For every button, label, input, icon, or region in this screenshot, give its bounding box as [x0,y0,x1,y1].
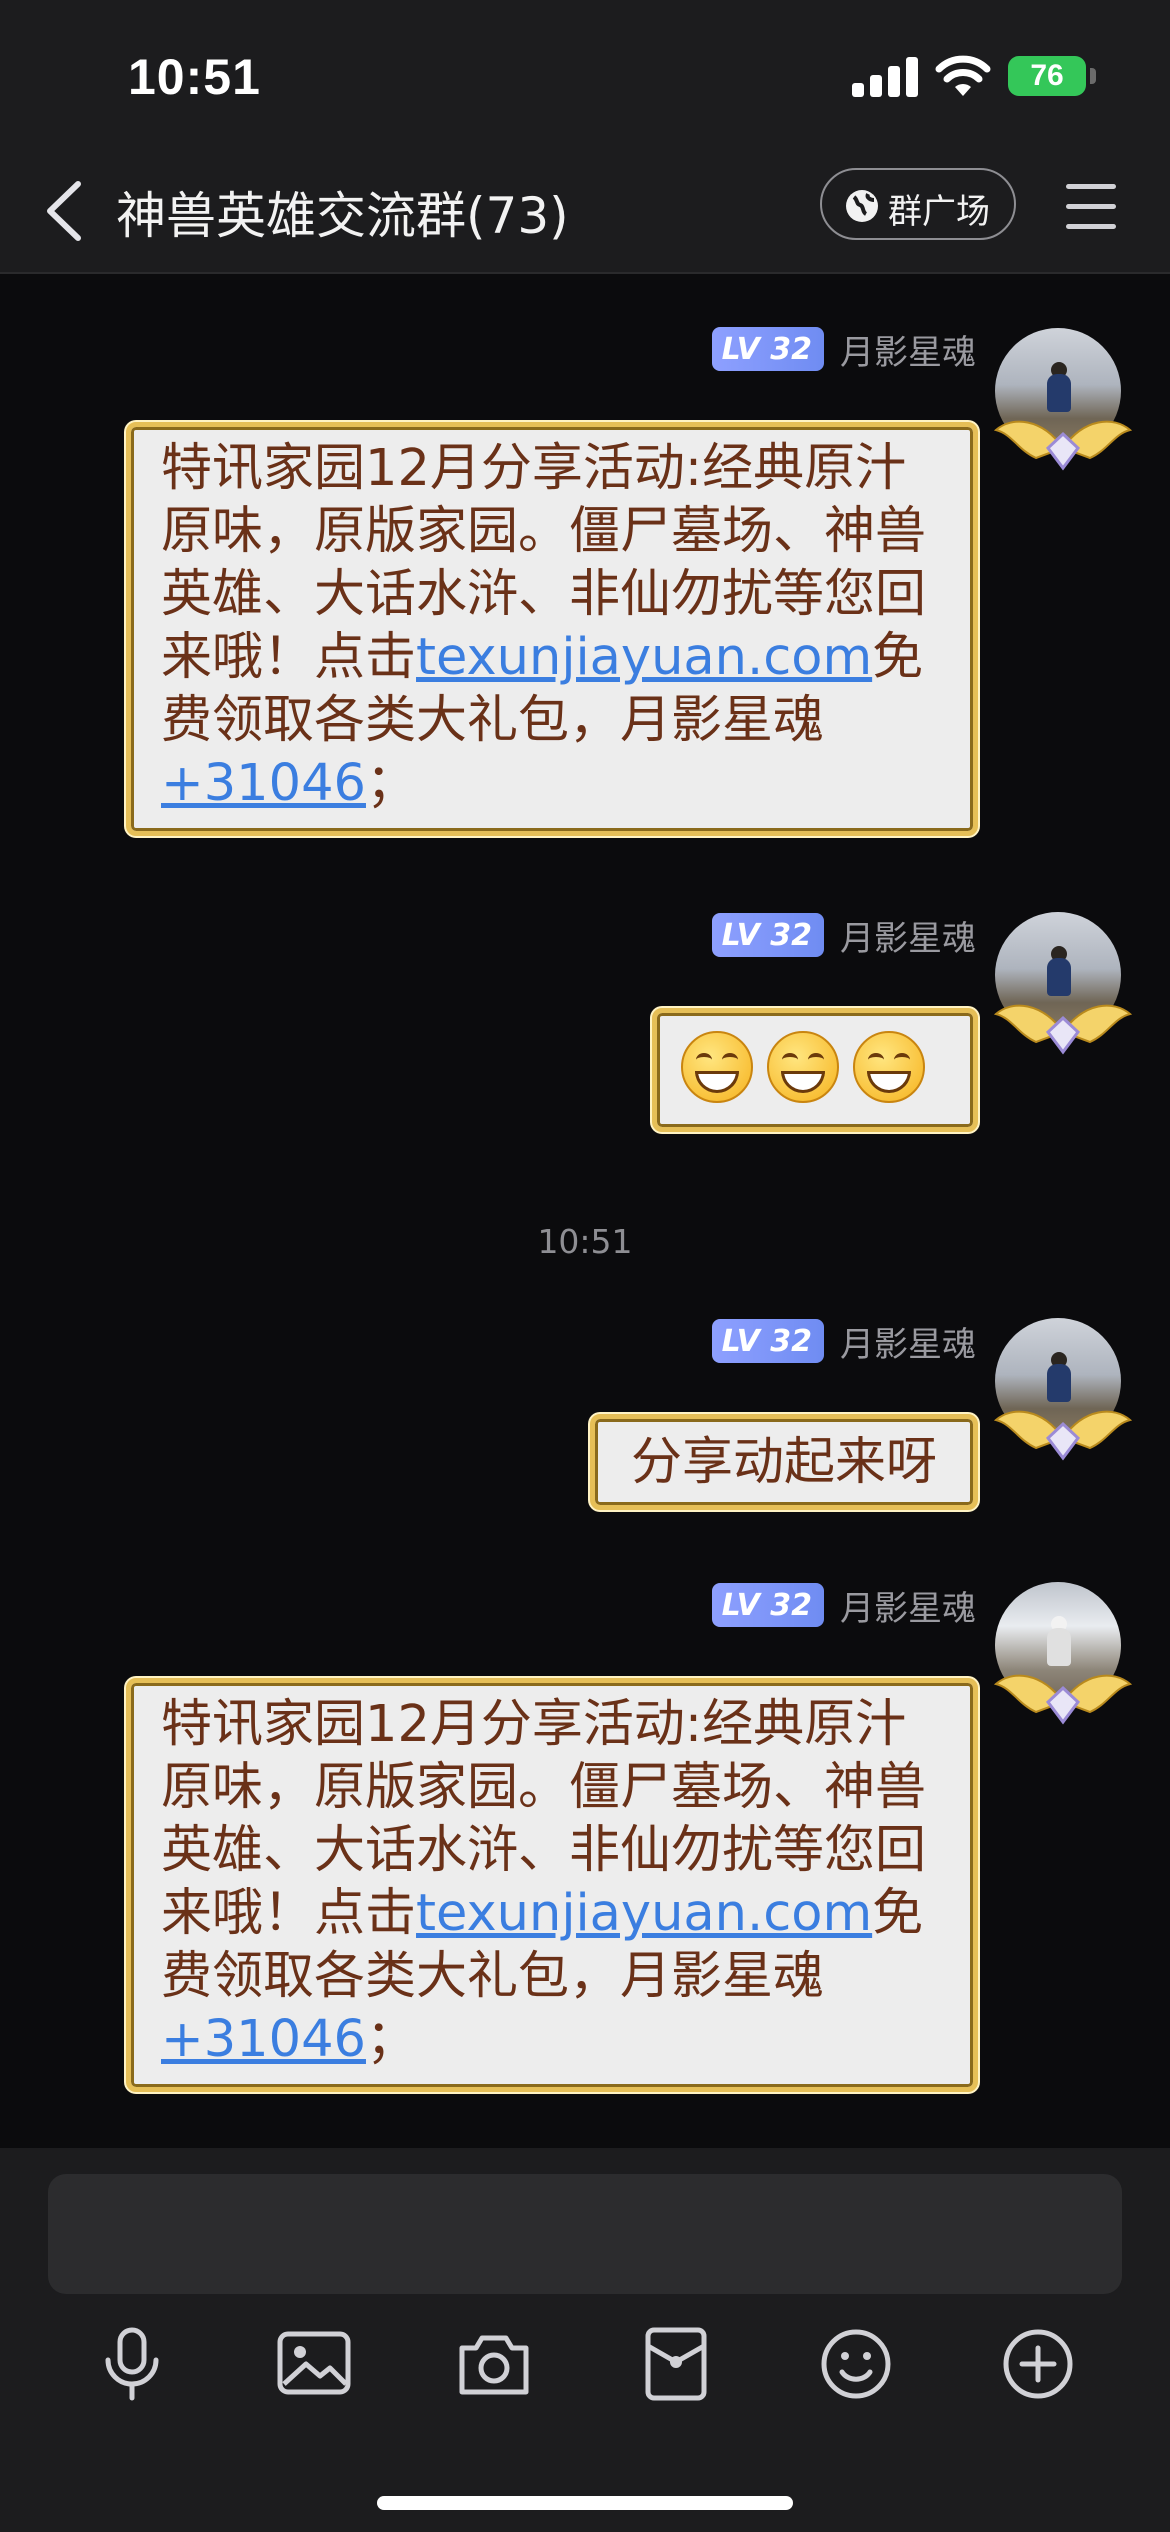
microphone-icon[interactable] [92,2324,172,2404]
avatar-frame-wings-icon [993,1674,1133,1725]
level-badge: LV 32 [711,1319,824,1363]
sender-name[interactable]: 月影星魂 [840,911,976,960]
menu-icon[interactable] [1066,184,1116,230]
group-plaza-button[interactable]: 群广场 [820,168,1016,240]
message-code-link[interactable]: +31046 [161,754,366,813]
sender-row: LV 32 月影星魂 [711,1580,976,1630]
globe-icon [846,190,878,222]
status-bar: 10:51 76 [0,0,1170,150]
chat-header: 神兽英雄交流群(73) 群广场 [0,150,1170,274]
avatar-frame-wings-icon [993,1004,1133,1055]
sender-row: LV 32 月影星魂 [711,910,976,960]
sender-name[interactable]: 月影星魂 [840,325,976,374]
avatar-frame-wings-icon [993,420,1133,471]
message-bubble[interactable]: 特讯家园12月分享活动:经典原汁原味，原版家园。僵尸墓场、神兽英雄、大话水浒、非… [126,1678,978,2092]
status-time: 10:51 [128,49,261,105]
sender-name[interactable]: 月影星魂 [840,1317,976,1366]
emoji-icon[interactable] [816,2324,896,2404]
battery-level: 76 [1030,59,1064,92]
message-bubble[interactable]: 特讯家园12月分享活动:经典原汁原味，原版家园。僵尸墓场、神兽英雄、大话水浒、非… [126,422,978,836]
image-icon[interactable] [274,2324,354,2404]
battery-nub [1090,68,1096,84]
message-link[interactable]: texunjiayuan.com [416,1884,872,1943]
message-text: ； [365,754,417,813]
add-icon[interactable] [998,2324,1078,2404]
sender-row: LV 32 月影星魂 [711,324,976,374]
group-plaza-label: 群广场 [888,192,990,232]
camera-icon[interactable] [454,2324,534,2404]
message-link[interactable]: texunjiayuan.com [416,628,872,687]
message-bubble[interactable]: 分享动起来呀 [590,1414,978,1510]
avatar-frame-wings-icon [993,1410,1133,1461]
red-packet-icon[interactable] [636,2324,716,2404]
grinning-face-icon [681,1031,753,1103]
emoji-row [681,1025,949,1103]
level-badge: LV 32 [711,327,824,371]
sender-row: LV 32 月影星魂 [711,1316,976,1366]
message-text: ； [365,2010,417,2069]
battery-icon: 76 [1008,56,1086,96]
wifi-icon [935,55,991,96]
level-badge: LV 32 [711,913,824,957]
sender-name[interactable]: 月影星魂 [840,1581,976,1630]
back-chevron-icon[interactable] [38,178,94,244]
message-bubble[interactable] [652,1008,978,1132]
message-code-link[interactable]: +31046 [161,2010,366,2069]
level-badge: LV 32 [711,1583,824,1627]
message-input[interactable] [48,2174,1122,2294]
composer-panel [0,2148,1170,2532]
message-text: 分享动起来呀 [631,1433,938,1492]
cellular-signal-icon [852,55,918,97]
grinning-face-icon [767,1031,839,1103]
chat-title[interactable]: 神兽英雄交流群(73) [116,176,569,248]
grinning-face-icon [853,1031,925,1103]
home-indicator[interactable] [377,2496,793,2510]
chat-timestamp: 10:51 [537,1222,633,1261]
